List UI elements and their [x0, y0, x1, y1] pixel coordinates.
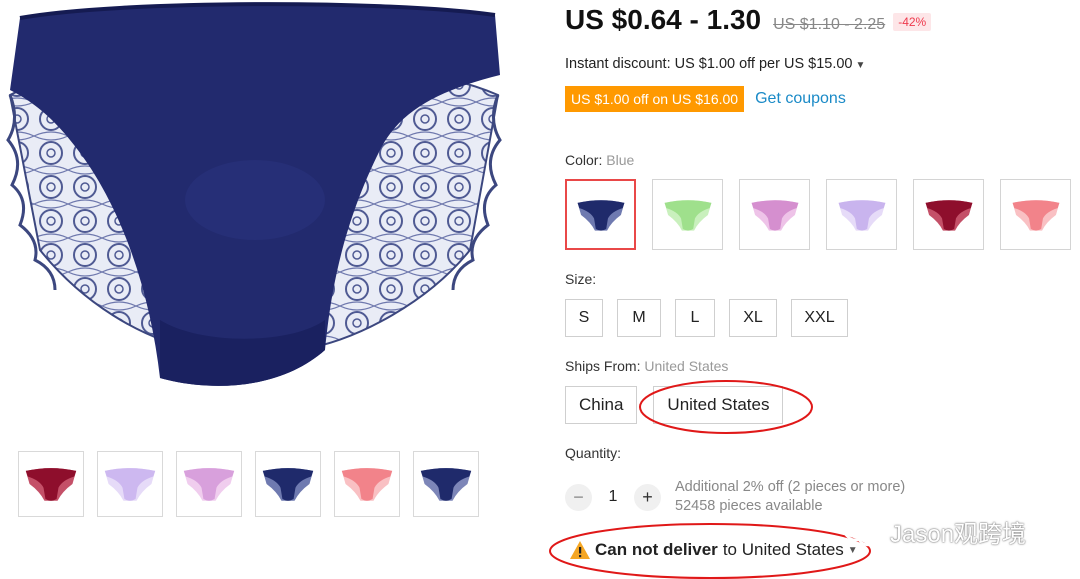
size-option-m[interactable]: M: [617, 299, 661, 337]
gallery-thumbnail[interactable]: [255, 451, 321, 517]
instant-discount[interactable]: Instant discount: US $1.00 off per US $1…: [565, 56, 865, 72]
coupon-tag: US $1.00 off on US $16.00: [565, 86, 745, 112]
discount-badge: -42%: [893, 13, 932, 31]
color-swatch-lavender[interactable]: [826, 179, 897, 250]
ships-from-options: China United States: [565, 386, 784, 424]
panty-image: [1012, 199, 1059, 231]
size-options: S M L XL XXL: [565, 299, 848, 337]
color-label-row: Color: Blue: [565, 152, 634, 168]
chevron-down-icon: ▼: [855, 60, 866, 71]
panty-image: [664, 199, 711, 231]
ship-option-china[interactable]: China: [565, 386, 638, 424]
color-swatches: [565, 179, 1071, 250]
bulk-discount-text: Additional 2% off (2 pieces or more): [675, 479, 906, 495]
size-option-xxl[interactable]: XXL: [791, 299, 848, 337]
watermark-text: Jason观跨境: [890, 521, 1027, 548]
price-row: US $0.64 - 1.30 US $1.10 - 2.25 -42%: [565, 4, 932, 36]
panty-image: [751, 199, 798, 231]
main-product-image[interactable]: [0, 0, 510, 400]
quantity-stepper: − 1 + Additional 2% off (2 pieces or mor…: [565, 478, 905, 516]
panty-image: [838, 199, 885, 231]
quantity-value[interactable]: 1: [592, 488, 634, 506]
color-swatch-wine[interactable]: [913, 179, 984, 250]
panty-image: [420, 468, 472, 501]
instant-discount-text: Instant discount: US $1.00 off per US $1…: [565, 56, 853, 72]
panty-image: [577, 199, 624, 231]
watermark: Jason观跨境: [842, 514, 1026, 549]
delivery-status[interactable]: Can not deliver to United States ▼: [569, 540, 858, 560]
panty-image: [104, 468, 156, 501]
size-label: Size:: [565, 271, 597, 287]
quantity-increase-button[interactable]: +: [634, 483, 661, 511]
gallery-thumbnail[interactable]: [413, 451, 479, 517]
thumbnail-strip: [18, 451, 479, 517]
panty-image: [25, 468, 77, 501]
panty-image: [183, 468, 235, 501]
gallery-thumbnail[interactable]: [18, 451, 84, 517]
panty-image: [925, 199, 972, 231]
ships-from-label: Ships From:: [565, 358, 641, 374]
gallery-thumbnail[interactable]: [176, 451, 242, 517]
color-swatch-blue[interactable]: [565, 179, 636, 250]
color-swatch-pink-purple[interactable]: [739, 179, 810, 250]
coupon-row: US $1.00 off on US $16.00 Get coupons: [565, 86, 846, 112]
color-swatch-green[interactable]: [652, 179, 723, 250]
size-option-l[interactable]: L: [675, 299, 715, 337]
panty-image: [341, 468, 393, 501]
quantity-info: Additional 2% off (2 pieces or more) 524…: [675, 478, 905, 516]
quantity-label: Quantity:: [565, 445, 622, 461]
color-selected-value: Blue: [606, 152, 635, 168]
panty-image: [262, 468, 314, 501]
current-price: US $0.64 - 1.30: [565, 4, 762, 35]
size-option-xl[interactable]: XL: [729, 299, 777, 337]
color-swatch-salmon[interactable]: [1000, 179, 1071, 250]
delivery-warning: Can not deliver: [595, 540, 718, 559]
product-photo: [6, 2, 502, 386]
ships-from-selected-value: United States: [644, 358, 729, 374]
warning-icon: [570, 541, 590, 559]
delivery-destination: to United States: [722, 540, 844, 559]
gallery-thumbnail[interactable]: [97, 451, 163, 517]
ship-option-united-states[interactable]: United States: [653, 386, 784, 424]
size-option-s[interactable]: S: [565, 299, 603, 337]
quantity-decrease-button[interactable]: −: [565, 483, 592, 511]
original-price: US $1.10 - 2.25: [773, 16, 886, 33]
wechat-icon: [842, 516, 882, 546]
gallery-thumbnail[interactable]: [334, 451, 400, 517]
color-label: Color:: [565, 152, 603, 168]
get-coupons-link[interactable]: Get coupons: [755, 90, 846, 108]
ships-from-label-row: Ships From: United States: [565, 358, 728, 374]
